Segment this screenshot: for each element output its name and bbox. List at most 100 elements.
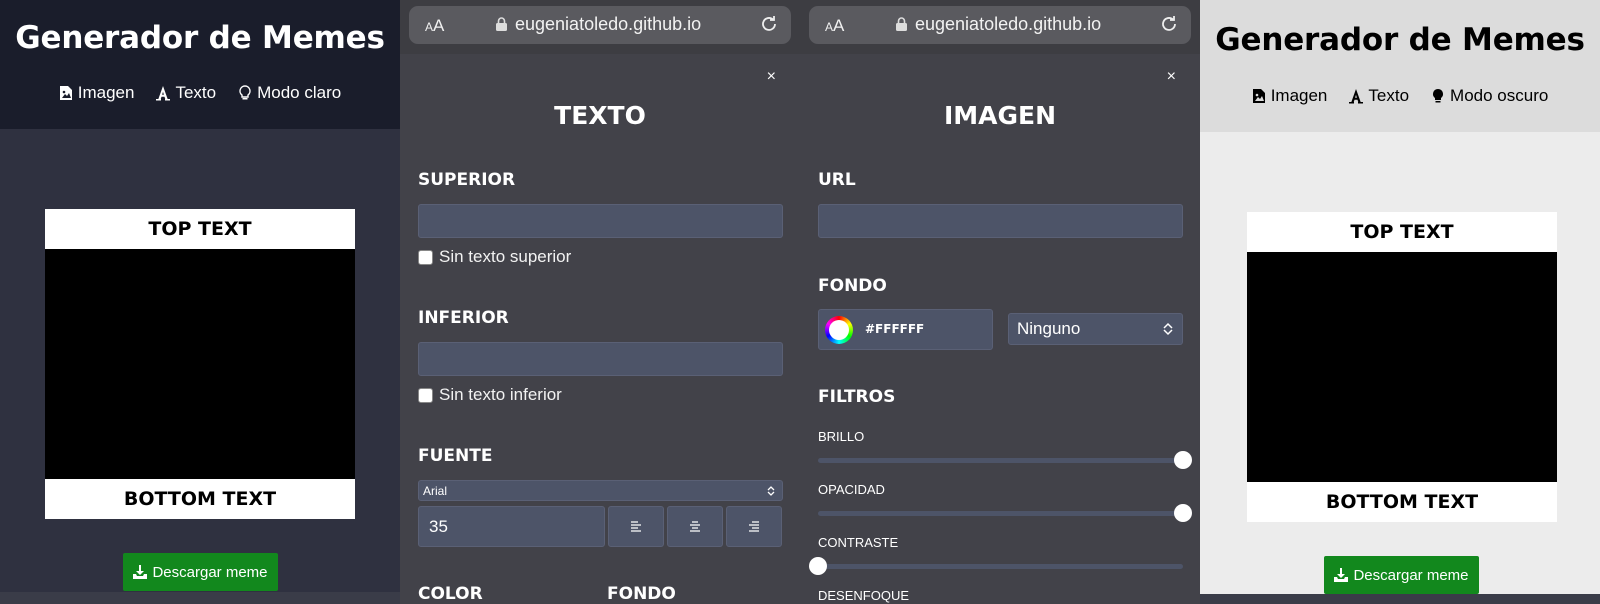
checkbox-box[interactable]	[418, 249, 433, 265]
address-url: eugeniatoledo.github.io	[915, 14, 1102, 34]
slider-track	[818, 511, 1183, 516]
theme-toggle[interactable]: Modo oscuro	[1431, 86, 1548, 106]
bottom-text-input[interactable]	[418, 342, 783, 376]
image-url-input[interactable]	[818, 204, 1183, 238]
dark-mode-main-view: Generador de Memes Imagen Texto Modo cla…	[0, 0, 400, 604]
background-color-picker[interactable]: #FFFFFF	[818, 309, 993, 350]
header-nav: Imagen Texto Modo claro	[0, 83, 400, 103]
text-size-button[interactable]: AA	[825, 16, 844, 36]
align-center-icon	[690, 520, 700, 532]
nav-imagen[interactable]: Imagen	[1252, 86, 1327, 106]
image-file-icon	[1252, 89, 1265, 103]
reload-icon[interactable]	[1159, 14, 1179, 34]
opacidad-label: OPACIDAD	[818, 482, 885, 497]
close-panel-button[interactable]: ×	[767, 68, 776, 86]
slider-thumb[interactable]	[1174, 451, 1192, 469]
checkbox-box[interactable]	[418, 387, 433, 403]
text-size-button[interactable]: AA	[425, 16, 444, 36]
select-arrows-icon	[767, 486, 775, 496]
theme-toggle[interactable]: Modo claro	[238, 83, 341, 103]
meme-canvas: TOP TEXT BOTTOM TEXT	[45, 209, 355, 519]
app-header: Generador de Memes Imagen Texto Modo osc…	[1200, 0, 1600, 132]
app-header: Generador de Memes Imagen Texto Modo cla…	[0, 0, 400, 129]
lightbulb-icon	[1433, 89, 1444, 103]
no-bottom-text-label: Sin texto inferior	[439, 385, 562, 404]
lock-icon	[896, 17, 907, 31]
image-settings-view: AA eugeniatoledo.github.io × IMAGEN URL …	[800, 0, 1200, 604]
image-file-icon	[59, 86, 72, 100]
download-icon	[1334, 568, 1349, 582]
desenfoque-label: DESENFOQUE	[818, 588, 910, 603]
filtros-label: FILTROS	[818, 387, 896, 407]
color-swatch	[825, 316, 853, 344]
align-right-button[interactable]	[726, 506, 782, 547]
blend-mode-value: Ninguno	[1017, 319, 1081, 338]
meme-top-text: TOP TEXT	[45, 209, 355, 249]
font-icon	[1349, 89, 1364, 104]
meme-canvas: TOP TEXT BOTTOM TEXT	[1247, 212, 1557, 522]
brillo-label: BRILLO	[818, 429, 865, 444]
font-select[interactable]: Arial	[418, 480, 783, 501]
fondo-label: FONDO	[818, 276, 887, 296]
meme-bottom-text: BOTTOM TEXT	[1247, 482, 1557, 522]
color-hex-value: #FFFFFF	[865, 322, 925, 336]
panel-title: TEXTO	[554, 101, 646, 130]
panel-title: IMAGEN	[943, 101, 1057, 130]
meme-bottom-text: BOTTOM TEXT	[45, 479, 355, 519]
align-right-icon	[749, 520, 759, 532]
app-title: Generador de Memes	[1215, 22, 1585, 58]
text-settings-view: AA eugeniatoledo.github.io × TEXTO SUPER…	[400, 0, 800, 604]
slider-thumb[interactable]	[1174, 504, 1192, 522]
superior-label: SUPERIOR	[418, 170, 516, 190]
no-bottom-text-checkbox[interactable]: Sin texto inferior	[418, 385, 562, 405]
nav-imagen[interactable]: Imagen	[59, 83, 135, 103]
no-top-text-label: Sin texto superior	[439, 247, 572, 266]
nav-texto-label: Texto	[1368, 86, 1410, 105]
no-top-text-checkbox[interactable]: Sin texto superior	[418, 247, 571, 267]
bottom-edge	[1200, 594, 1600, 604]
meme-top-text: TOP TEXT	[1247, 212, 1557, 252]
font-select-value: Arial	[423, 484, 448, 498]
address-url: eugeniatoledo.github.io	[515, 14, 702, 34]
browser-toolbar: AA eugeniatoledo.github.io	[400, 0, 800, 54]
align-center-button[interactable]	[667, 506, 723, 547]
close-panel-button[interactable]: ×	[1167, 68, 1176, 86]
nav-texto[interactable]: Texto	[1349, 86, 1409, 106]
download-meme-button[interactable]: Descargar meme	[1324, 556, 1479, 594]
nav-texto-label: Texto	[175, 83, 217, 102]
nav-imagen-label: Imagen	[77, 83, 135, 102]
bottom-edge	[0, 592, 400, 604]
header-nav: Imagen Texto Modo oscuro	[1200, 86, 1600, 106]
select-arrows-icon	[1163, 322, 1173, 336]
align-left-icon	[631, 520, 641, 532]
address-bar[interactable]: AA eugeniatoledo.github.io	[809, 6, 1191, 44]
light-mode-main-view: Generador de Memes Imagen Texto Modo osc…	[1200, 0, 1600, 604]
slider-thumb[interactable]	[809, 557, 827, 575]
font-icon	[156, 86, 171, 101]
slider-track	[818, 564, 1183, 569]
color-label: COLOR	[418, 584, 483, 604]
fuente-label: FUENTE	[418, 446, 493, 466]
theme-toggle-label: Modo claro	[257, 83, 342, 102]
app-title: Generador de Memes	[15, 20, 385, 56]
address-bar[interactable]: AA eugeniatoledo.github.io	[409, 6, 791, 44]
browser-toolbar: AA eugeniatoledo.github.io	[800, 0, 1200, 54]
fondo-label: FONDO	[607, 584, 676, 604]
reload-icon[interactable]	[759, 14, 779, 34]
top-text-input[interactable]	[418, 204, 783, 238]
opacidad-slider[interactable]	[818, 503, 1192, 523]
theme-toggle-label: Modo oscuro	[1450, 86, 1549, 105]
font-size-input[interactable]: 35	[418, 506, 605, 547]
contraste-label: CONTRASTE	[818, 535, 899, 550]
download-meme-label: Descargar meme	[1353, 566, 1469, 584]
lightbulb-icon	[239, 85, 251, 100]
download-icon	[133, 565, 148, 579]
url-label: URL	[818, 170, 856, 190]
align-left-button[interactable]	[608, 506, 664, 547]
contraste-slider[interactable]	[809, 556, 1183, 576]
brillo-slider[interactable]	[818, 450, 1192, 470]
blend-mode-select[interactable]: Ninguno	[1008, 313, 1183, 345]
download-meme-label: Descargar meme	[152, 563, 268, 581]
download-meme-button[interactable]: Descargar meme	[123, 553, 278, 591]
nav-texto[interactable]: Texto	[156, 83, 216, 103]
